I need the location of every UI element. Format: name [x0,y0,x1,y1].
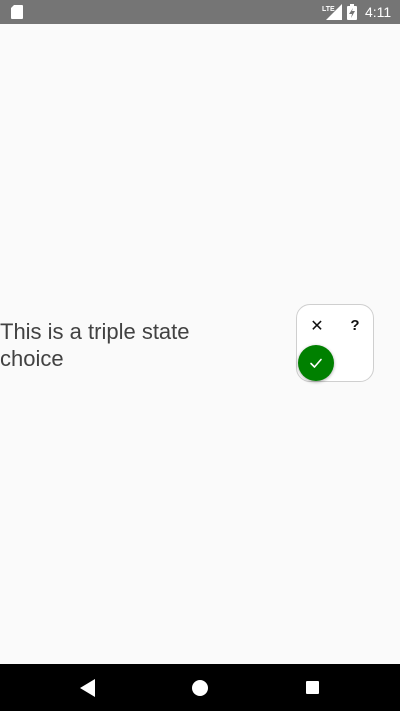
sd-card-icon [11,5,23,19]
recents-icon[interactable] [306,681,319,694]
network-type-label: LTE [322,6,335,13]
battery-charging-icon [347,4,357,20]
status-time: 4:11 [365,4,392,20]
home-icon[interactable] [192,680,208,696]
triple-state-label: This is a triple state choice [0,319,190,371]
main-content: This is a triple state choice ✕ ? [0,24,400,664]
status-bar: LTE 4:11 [0,0,400,24]
triple-state-switch[interactable]: ✕ ? [296,304,374,382]
back-icon[interactable] [80,679,96,697]
lte-signal-icon: LTE [322,4,342,20]
navigation-bar [0,664,400,711]
unknown-option-icon[interactable]: ? [345,315,365,335]
off-option-icon[interactable]: ✕ [307,315,327,335]
switch-thumb-on[interactable] [298,345,334,381]
checkmark-icon [310,358,322,368]
